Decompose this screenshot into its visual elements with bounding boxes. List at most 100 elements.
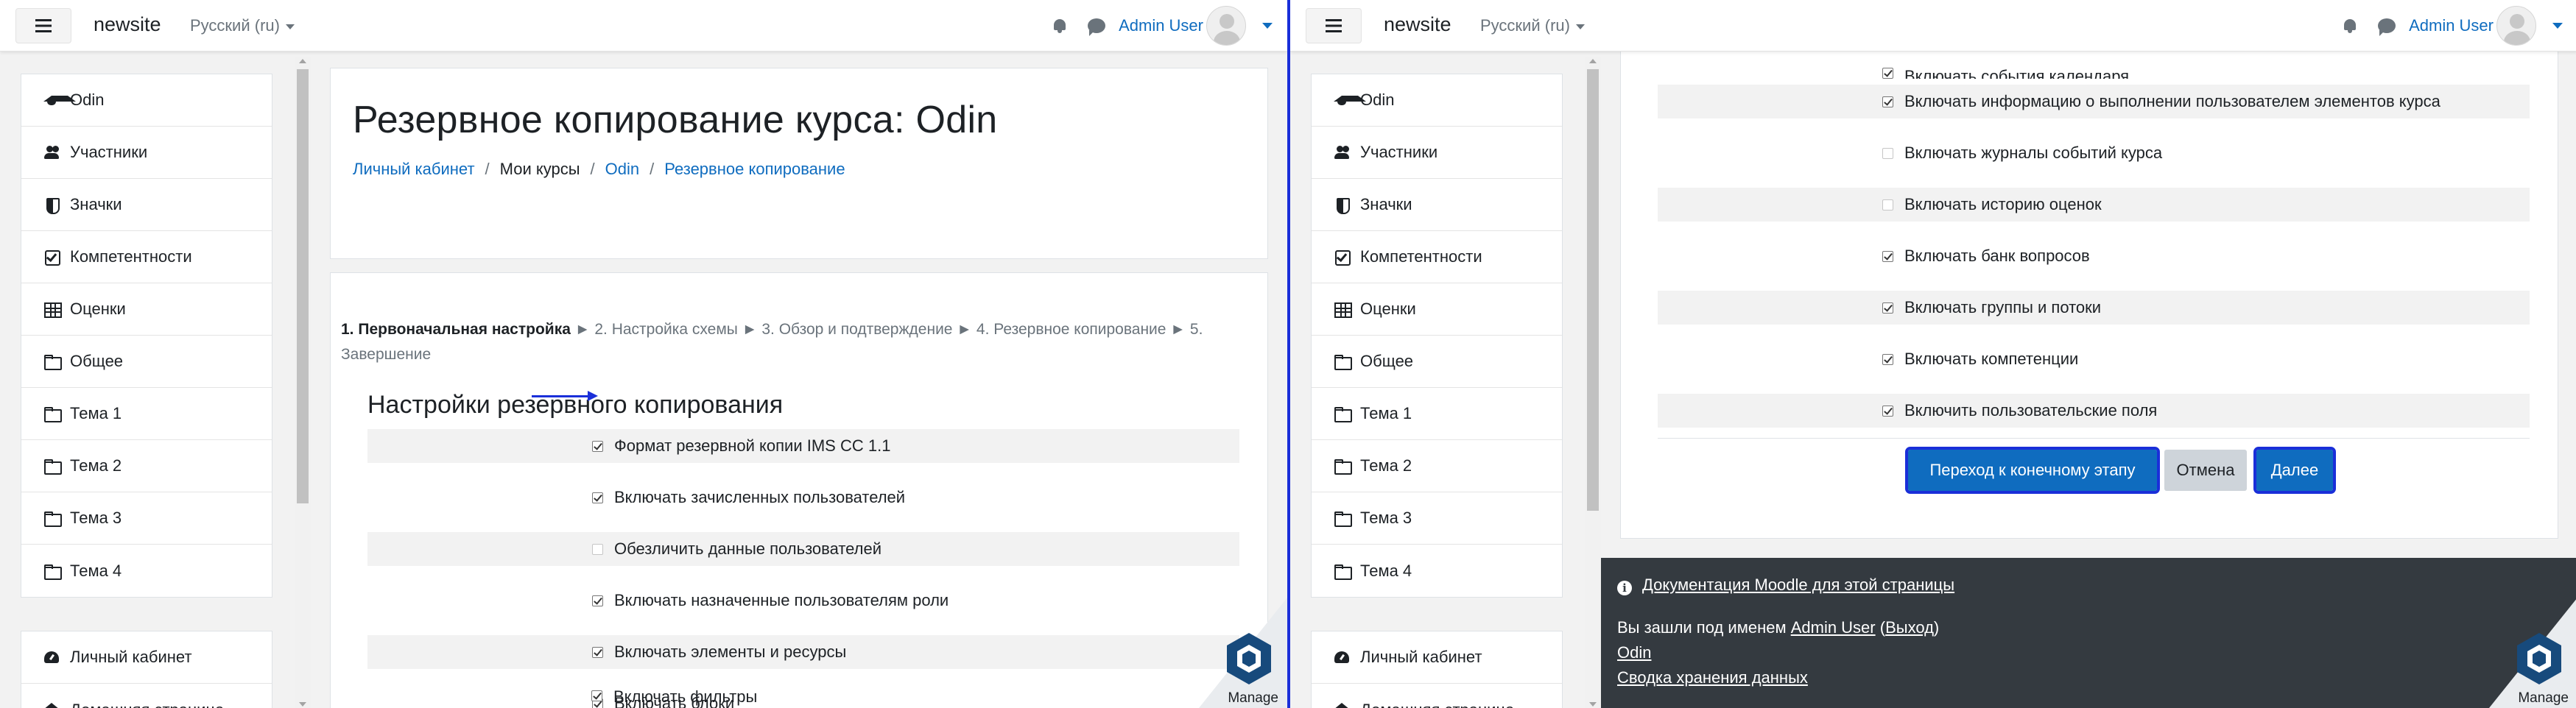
- setting-row: Включать журналы событий курса: [1658, 136, 2530, 170]
- data-retention-link[interactable]: Сводка хранения данных: [1617, 668, 1808, 687]
- setting-checkbox[interactable]: [1882, 302, 1893, 314]
- language-menu[interactable]: Русский (ru): [190, 16, 295, 35]
- next-button[interactable]: Далее: [2253, 447, 2336, 494]
- sidebar-item-home[interactable]: Домашняя страница: [1312, 684, 1562, 708]
- setting-label[interactable]: Включать историю оценок: [1904, 195, 2102, 214]
- site-nav: Личный кабинет Домашняя страница: [21, 631, 272, 708]
- cancel-button[interactable]: Отмена: [2164, 450, 2247, 491]
- sidebar-item-topic-2[interactable]: Тема 2: [1312, 440, 1562, 492]
- setting-label[interactable]: Включать информацию о выполнении пользов…: [1904, 92, 2440, 111]
- sidebar-item-course[interactable]: Odin: [21, 74, 272, 127]
- sidebar-scrollbar[interactable]: [295, 57, 311, 708]
- footer-course-link[interactable]: Odin: [1617, 643, 1651, 662]
- bell-icon[interactable]: [1052, 18, 1067, 34]
- jump-to-final-step-button[interactable]: Переход к конечному этапу: [1905, 447, 2160, 494]
- breadcrumb-dashboard[interactable]: Личный кабинет: [353, 160, 475, 179]
- scroll-up-icon[interactable]: [299, 59, 306, 63]
- scroll-up-icon[interactable]: [1589, 59, 1597, 63]
- hexagon-logo-icon: [1227, 633, 1271, 684]
- setting-label[interactable]: Включать зачисленных пользователей: [614, 488, 905, 507]
- sidebar-item-topic-1[interactable]: Тема 1: [21, 388, 272, 440]
- sidebar-item-topic-4[interactable]: Тема 4: [1312, 545, 1562, 597]
- setting-checkbox[interactable]: [1882, 250, 1893, 262]
- setting-checkbox[interactable]: [1882, 147, 1893, 159]
- form-divider: [1658, 438, 2530, 439]
- setting-label[interactable]: Формат резервной копии IMS CC 1.1: [614, 436, 890, 456]
- setting-checkbox[interactable]: [592, 595, 603, 606]
- sidebar-item-topic-3[interactable]: Тема 3: [21, 492, 272, 545]
- setting-label[interactable]: Включать группы и потоки: [1904, 298, 2101, 317]
- scrollbar-thumb[interactable]: [1587, 69, 1599, 511]
- chat-icon[interactable]: [1088, 18, 1106, 36]
- sidebar-item-participants[interactable]: Участники: [1312, 127, 1562, 179]
- logout-link[interactable]: Выход: [1885, 618, 1934, 637]
- manage-label[interactable]: Manage: [1228, 690, 1278, 707]
- scrollbar-thumb[interactable]: [297, 69, 309, 503]
- setting-checkbox[interactable]: [592, 440, 603, 452]
- setting-label[interactable]: Включать журналы событий курса: [1904, 144, 2162, 163]
- site-name[interactable]: newsite: [94, 13, 161, 36]
- sidebar-item-general[interactable]: Общее: [21, 336, 272, 388]
- language-menu[interactable]: Русский (ru): [1480, 16, 1585, 35]
- setting-checkbox[interactable]: [591, 690, 602, 701]
- avatar[interactable]: [1206, 6, 1246, 46]
- sidebar-scrollbar[interactable]: [1585, 57, 1601, 708]
- caret-down-icon[interactable]: [2552, 23, 2563, 29]
- site-name[interactable]: newsite: [1384, 13, 1451, 36]
- setting-checkbox[interactable]: [1882, 405, 1893, 417]
- manage-badge[interactable]: Manage: [1199, 598, 1287, 708]
- sidebar-item-label: Тема 2: [70, 456, 122, 475]
- user-name[interactable]: Admin User: [2409, 16, 2494, 35]
- language-label: Русский (ru): [190, 16, 280, 35]
- sidebar-item-dashboard[interactable]: Личный кабинет: [21, 631, 272, 684]
- sidebar-item-topic-2[interactable]: Тема 2: [21, 440, 272, 492]
- sidebar-item-course[interactable]: Odin: [1312, 74, 1562, 127]
- setting-checkbox[interactable]: [592, 543, 603, 555]
- manage-badge[interactable]: Manage: [2489, 598, 2576, 708]
- sidebar-item-general[interactable]: Общее: [1312, 336, 1562, 388]
- sidebar-item-dashboard[interactable]: Личный кабинет: [1312, 631, 1562, 684]
- graduation-cap-icon: [43, 93, 76, 107]
- login-info: Вы зашли под именем Admin User (Выход): [1617, 618, 1939, 637]
- manage-label[interactable]: Manage: [2518, 690, 2569, 707]
- sidebar-item-competencies[interactable]: Компетентности: [1312, 231, 1562, 283]
- drawer-toggle-button[interactable]: [1306, 8, 1362, 43]
- sidebar-item-topic-3[interactable]: Тема 3: [1312, 492, 1562, 545]
- footer-user-link[interactable]: Admin User: [1791, 618, 1876, 637]
- sidebar-item-grades[interactable]: Оценки: [1312, 283, 1562, 336]
- sidebar-item-badges[interactable]: Значки: [1312, 179, 1562, 231]
- sidebar-item-badges[interactable]: Значки: [21, 179, 272, 231]
- setting-checkbox[interactable]: [1882, 199, 1893, 210]
- setting-label[interactable]: Включать фильтры: [613, 690, 757, 707]
- setting-checkbox[interactable]: [592, 646, 603, 658]
- breadcrumb-backup[interactable]: Резервное копирование: [664, 160, 845, 179]
- user-name[interactable]: Admin User: [1119, 16, 1203, 35]
- breadcrumb-course[interactable]: Odin: [605, 160, 639, 179]
- current-step: 1. Первоначальная настройка: [341, 321, 571, 338]
- sidebar-item-competencies[interactable]: Компетентности: [21, 231, 272, 283]
- setting-checkbox[interactable]: [1882, 353, 1893, 365]
- scroll-down-icon[interactable]: [299, 702, 306, 707]
- drawer-toggle-button[interactable]: [15, 8, 71, 43]
- sidebar-item-home[interactable]: Домашняя страница: [21, 684, 272, 708]
- sidebar-item-topic-4[interactable]: Тема 4: [21, 545, 272, 597]
- sidebar-item-grades[interactable]: Оценки: [21, 283, 272, 336]
- docs-link[interactable]: Документация Moodle для этой страницы: [1642, 576, 1954, 594]
- setting-label[interactable]: Включать компетенции: [1904, 350, 2078, 369]
- setting-label[interactable]: Обезличить данные пользователей: [614, 539, 881, 559]
- sidebar-item-topic-1[interactable]: Тема 1: [1312, 388, 1562, 440]
- setting-label[interactable]: Включать события календаря: [1904, 67, 2129, 79]
- setting-label[interactable]: Включать банк вопросов: [1904, 247, 2090, 266]
- chat-icon[interactable]: [2378, 18, 2396, 36]
- avatar[interactable]: [2496, 6, 2536, 46]
- setting-label[interactable]: Включать элементы и ресурсы: [614, 642, 846, 662]
- setting-label[interactable]: Включать назначенные пользователям роли: [614, 591, 949, 610]
- setting-checkbox[interactable]: [592, 492, 603, 503]
- setting-checkbox[interactable]: [1882, 96, 1893, 107]
- setting-label[interactable]: Включить пользовательские поля: [1904, 401, 2157, 420]
- setting-checkbox[interactable]: [1882, 68, 1893, 79]
- caret-down-icon[interactable]: [1262, 23, 1273, 29]
- bell-icon[interactable]: [2343, 18, 2357, 34]
- scroll-down-icon[interactable]: [1589, 702, 1597, 707]
- sidebar-item-participants[interactable]: Участники: [21, 127, 272, 179]
